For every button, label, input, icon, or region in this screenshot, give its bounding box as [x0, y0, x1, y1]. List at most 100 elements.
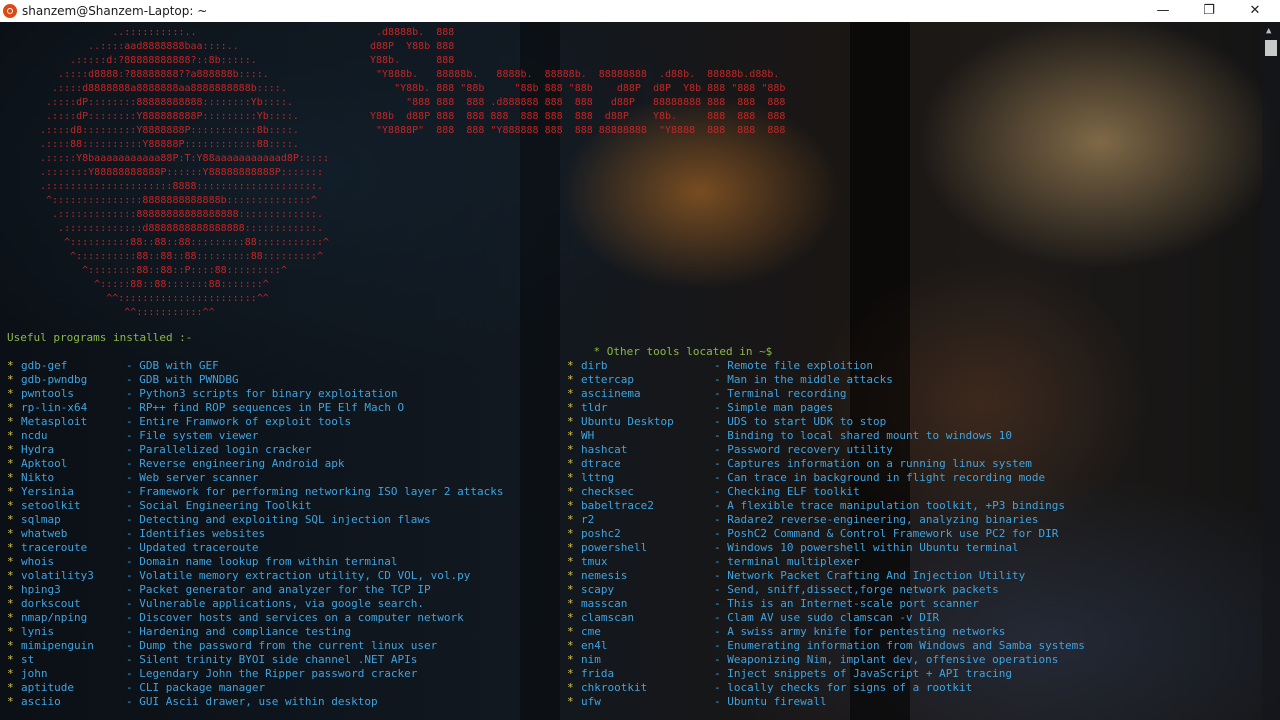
scrollbar-thumb[interactable]	[1265, 40, 1277, 56]
maximize-button[interactable]: ❐	[1186, 0, 1232, 22]
list-item: * scapy - Send, sniff,dissect,forge networ…	[567, 583, 1257, 597]
description-text: terminal multiplexer	[727, 555, 860, 568]
minimize-button[interactable]: —	[1140, 0, 1186, 22]
bullet-star: *	[567, 401, 574, 414]
bullet-star: *	[567, 513, 574, 526]
tool-description: - PoshC2 Command & Control Framework use…	[714, 527, 1058, 541]
list-item: * hping3 - Packet generator and analyzer f…	[7, 583, 557, 597]
tool-description: - Social Engineering Toolkit	[126, 499, 311, 513]
list-item: * nemesis - Network Packet Crafting And In…	[567, 569, 1257, 583]
tool-name: asciio	[21, 695, 61, 708]
bullet-star: *	[7, 499, 14, 512]
bullet-star: *	[7, 513, 14, 526]
window-titlebar[interactable]: shanzem@Shanzem-Laptop: ~ — ❐ ✕	[0, 0, 1280, 22]
list-item: * tmux - terminal multiplexer	[567, 555, 1257, 569]
list-item: * volatility3 - Volatile memory extraction…	[7, 569, 557, 583]
tool-description: - Detecting and exploiting SQL injection…	[126, 513, 431, 527]
list-item: * poshc2 - PoshC2 Command & Control Framew…	[567, 527, 1257, 541]
list-item: * nmap/nping - Discover hosts and services…	[7, 611, 557, 625]
tool-name: Hydra	[21, 443, 55, 456]
separator-dash: -	[126, 513, 140, 526]
tool-name: whois	[21, 555, 55, 568]
description-text: GDB with PWNDBG	[139, 373, 239, 386]
tool-name: tldr	[581, 401, 608, 414]
bullet-star: *	[7, 457, 14, 470]
terminal-area[interactable]: ..::::::::::.. ..::::aad8888888baa::::..…	[0, 22, 1262, 720]
list-item: * nim - Weaponizing Nim, implant dev, offe…	[567, 653, 1257, 667]
tool-description: - Identifies websites	[126, 527, 265, 541]
separator-dash: -	[714, 639, 728, 652]
tool-name: hashcat	[581, 443, 628, 456]
list-item: * dirb - Remote file exploition	[567, 359, 1257, 373]
close-button[interactable]: ✕	[1232, 0, 1278, 22]
separator-dash: -	[126, 429, 140, 442]
list-item: * Metasploit - Entire Framwork of exploit …	[7, 415, 557, 429]
tool-name: ncdu	[21, 429, 48, 442]
separator-dash: -	[126, 555, 140, 568]
scroll-up-icon[interactable]: ▲	[1266, 26, 1271, 36]
description-text: Dump the password from the current linux…	[139, 639, 438, 652]
separator-dash: -	[714, 583, 728, 596]
tool-name: clamscan	[581, 611, 634, 624]
bullet-star: *	[7, 415, 14, 428]
bullet-star: *	[7, 667, 14, 680]
tool-description: - Packet generator and analyzer for the …	[126, 583, 431, 597]
separator-dash: -	[126, 527, 140, 540]
separator-dash: -	[714, 695, 728, 708]
list-item: * cme - A swiss army knife for pentesting …	[567, 625, 1257, 639]
tool-name: en4l	[581, 639, 608, 652]
separator-dash: -	[126, 695, 140, 708]
tool-name: nim	[581, 653, 601, 666]
separator-dash: -	[126, 443, 140, 456]
list-item: * tldr - Simple man pages	[567, 401, 1257, 415]
list-item: * whois - Domain name lookup from within t…	[7, 555, 557, 569]
tool-name: pwntools	[21, 387, 74, 400]
description-text: Weaponizing Nim, implant dev, offensive …	[727, 653, 1059, 666]
bullet-star: *	[567, 695, 574, 708]
tool-description: - A swiss army knife for pentesting netw…	[714, 625, 1005, 639]
list-item: * pwntools - Python3 scripts for binary ex…	[7, 387, 557, 401]
list-item: * traceroute - Updated traceroute	[7, 541, 557, 555]
description-text: Enumerating information from Windows and…	[727, 639, 1085, 652]
description-text: Social Engineering Toolkit	[139, 499, 312, 512]
separator-dash: -	[714, 485, 728, 498]
bullet-star: *	[7, 443, 14, 456]
description-text: Captures information on a running linux …	[727, 457, 1032, 470]
bullet-star: *	[7, 471, 14, 484]
tool-name: ufw	[581, 695, 601, 708]
tool-description: - A flexible trace manipulation toolkit,…	[714, 499, 1065, 513]
ascii-logo-art: ..::::::::::.. ..::::aad8888888baa::::..…	[40, 27, 329, 318]
description-text: Simple man pages	[727, 401, 834, 414]
description-text: Entire Framwork of exploit tools	[139, 415, 352, 428]
description-text: Terminal recording	[727, 387, 847, 400]
list-item: * gdb-pwndbg - GDB with PWNDBG	[7, 373, 557, 387]
description-text: Identifies websites	[139, 527, 266, 540]
bullet-star: *	[7, 569, 14, 582]
tool-name: rp-lin-x64	[21, 401, 88, 414]
bullet-star: *	[567, 611, 574, 624]
bullet-star: *	[567, 625, 574, 638]
tool-name: babeltrace2	[581, 499, 654, 512]
bullet-star: *	[7, 485, 14, 498]
list-item: * asciinema - Terminal recording	[567, 387, 1257, 401]
tool-description: - CLI package manager	[126, 681, 265, 695]
tool-description: - Inject snippets of JavaScript + API tr…	[714, 667, 1012, 681]
heading-text: * Other tools located in ~$	[593, 345, 773, 358]
right-tool-list: * dirb - Remote file exploition * ettercap - …	[567, 359, 1257, 709]
tool-description: - Domain name lookup from within termina…	[126, 555, 398, 569]
ascii-shazam-banner: .d8888b. 888 d88P Y88b 888 Y88b. 888 "Y8…	[370, 27, 786, 136]
list-item: * checksec - Checking ELF toolkit	[567, 485, 1257, 499]
tool-description: - Python3 scripts for binary exploitatio…	[126, 387, 398, 401]
tool-name: chkrootkit	[581, 681, 648, 694]
tool-name: aptitude	[21, 681, 74, 694]
separator-dash: -	[126, 471, 140, 484]
separator-dash: -	[714, 555, 728, 568]
list-item: * gdb-gef - GDB with GEF	[7, 359, 557, 373]
list-item: * Nikto - Web server scanner	[7, 471, 557, 485]
terminal-scrollbar[interactable]: ▲	[1262, 22, 1280, 720]
tool-name: hping3	[21, 583, 61, 596]
tool-name: scapy	[581, 583, 615, 596]
tool-description: - Discover hosts and services on a compu…	[126, 611, 464, 625]
description-text: Reverse engineering Android apk	[139, 457, 345, 470]
tool-name: lynis	[21, 625, 55, 638]
